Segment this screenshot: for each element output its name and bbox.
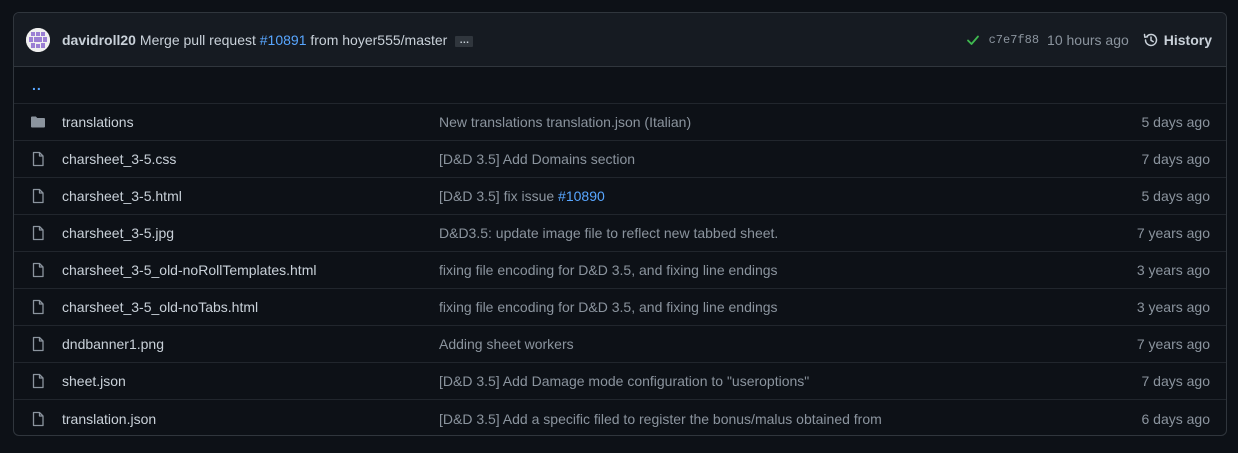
file-row[interactable]: charsheet_3-5.html [D&D 3.5] fix issue #1… [14, 178, 1226, 215]
file-age: 3 years ago [1136, 262, 1210, 278]
file-row[interactable]: charsheet_3-5.css [D&D 3.5] Add Domains s… [14, 141, 1226, 178]
file-name[interactable]: sheet.json [62, 373, 439, 389]
file-age: 7 years ago [1136, 225, 1210, 241]
file-commit-text: [D&D 3.5] fix issue [439, 188, 559, 204]
file-row[interactable]: dndbanner1.png Adding sheet workers 7 year… [14, 326, 1226, 363]
history-button[interactable]: History [1143, 32, 1212, 48]
file-name[interactable]: charsheet_3-5_old-noTabs.html [62, 299, 439, 315]
file-commit-message[interactable]: fixing file encoding for D&D 3.5, and fi… [439, 262, 1137, 278]
history-label: History [1163, 31, 1212, 48]
commit-message[interactable]: Merge pull request #10891 from hoyer555/… [140, 32, 447, 48]
issue-link[interactable]: #10890 [558, 188, 605, 204]
file-commit-text: [D&D 3.5] Add a specific filed to regist… [439, 410, 882, 427]
file-row[interactable]: translation.json [D&D 3.5] Add a specific… [14, 400, 1226, 435]
parent-directory-row[interactable]: .. [14, 67, 1226, 104]
file-commit-text: [D&D 3.5] Add Domains section [439, 151, 636, 167]
file-age: 3 years ago [1136, 299, 1210, 315]
file-age: 6 days ago [1141, 410, 1211, 427]
file-icon [32, 262, 44, 278]
commit-message-prefix: Merge pull request [139, 31, 256, 48]
file-commit-message[interactable]: [D&D 3.5] Add a specific filed to regist… [439, 411, 1142, 427]
file-row[interactable]: charsheet_3-5_old-noRollTemplates.html fi… [14, 252, 1226, 289]
identicon-icon [26, 27, 50, 52]
file-icon [32, 188, 44, 204]
file-name[interactable]: charsheet_3-5.css [62, 151, 439, 167]
file-name[interactable]: charsheet_3-5_old-noRollTemplates.html [62, 262, 439, 278]
file-commit-message[interactable]: [D&D 3.5] fix issue #10890 [439, 188, 1142, 204]
file-commit-text: Adding sheet workers [439, 336, 574, 352]
file-icon [32, 225, 44, 241]
check-icon[interactable] [965, 32, 981, 48]
file-list: translations New translations translation… [14, 104, 1226, 435]
file-commit-text: New translations translation.json (Itali… [439, 114, 692, 130]
pull-request-link[interactable]: #10891 [260, 32, 307, 48]
commit-time: 10 hours ago [1047, 31, 1129, 48]
avatar[interactable] [26, 27, 50, 52]
file-commit-text: D&D3.5: update image file to reflect new… [439, 225, 779, 241]
file-name[interactable]: charsheet_3-5.html [62, 188, 439, 204]
file-row[interactable]: charsheet_3-5_old-noTabs.html fixing file… [14, 289, 1226, 326]
file-row[interactable]: sheet.json [D&D 3.5] Add Damage mode conf… [14, 363, 1226, 400]
file-icon [32, 411, 44, 426]
file-age: 7 years ago [1136, 336, 1210, 352]
file-commit-text: fixing file encoding for D&D 3.5, and fi… [439, 262, 778, 278]
file-commit-message[interactable]: [D&D 3.5] Add Domains section [439, 151, 1142, 167]
folder-icon [31, 116, 45, 128]
file-age: 7 days ago [1141, 373, 1211, 389]
file-name[interactable]: dndbanner1.png [62, 336, 439, 352]
expand-message-button[interactable]: … [455, 36, 474, 47]
file-name[interactable]: translation.json [62, 411, 439, 427]
file-name[interactable]: translations [62, 114, 439, 130]
file-age: 7 days ago [1141, 151, 1211, 167]
file-commit-message[interactable]: [D&D 3.5] Add Damage mode configuration … [439, 373, 1142, 389]
file-commit-message[interactable]: New translations translation.json (Itali… [439, 114, 1142, 130]
file-icon [32, 151, 44, 167]
file-icon [32, 299, 44, 315]
file-commit-text: fixing file encoding for D&D 3.5, and fi… [439, 299, 778, 315]
commit-author[interactable]: davidroll20 [62, 32, 136, 48]
latest-commit-bar: davidroll20 Merge pull request #10891 fr… [14, 13, 1226, 67]
file-commit-message[interactable]: Adding sheet workers [439, 336, 1137, 352]
file-commit-text: [D&D 3.5] Add Damage mode configuration … [439, 373, 810, 389]
parent-directory-link[interactable]: .. [32, 77, 42, 93]
file-commit-message[interactable]: fixing file encoding for D&D 3.5, and fi… [439, 299, 1137, 315]
file-icon [32, 336, 44, 352]
file-row[interactable]: charsheet_3-5.jpg D&D3.5: update image fi… [14, 215, 1226, 252]
file-name[interactable]: charsheet_3-5.jpg [62, 225, 439, 241]
file-browser: davidroll20 Merge pull request #10891 fr… [13, 12, 1227, 436]
file-commit-message[interactable]: D&D3.5: update image file to reflect new… [439, 225, 1137, 241]
file-age: 5 days ago [1141, 114, 1211, 130]
file-row[interactable]: translations New translations translation… [14, 104, 1226, 141]
file-icon [32, 373, 44, 389]
history-icon [1143, 33, 1158, 46]
file-age: 5 days ago [1141, 188, 1211, 204]
commit-sha[interactable]: c7e7f88 [989, 33, 1039, 47]
commit-message-suffix: from hoyer555/master [310, 31, 448, 48]
